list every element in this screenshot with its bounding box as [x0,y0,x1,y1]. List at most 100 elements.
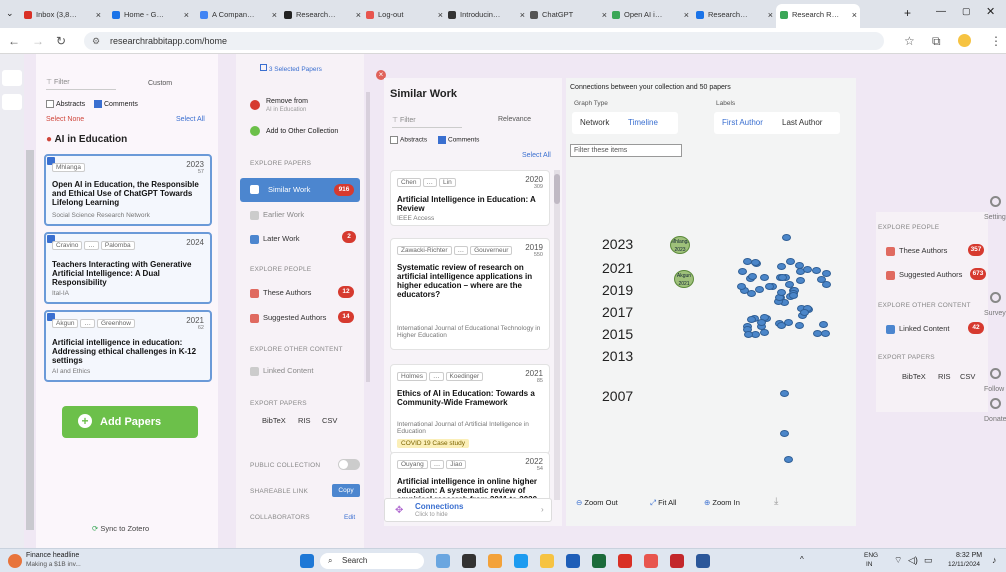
browser-tab[interactable]: Research… × [280,6,364,24]
news-widget-icon[interactable] [8,554,22,568]
graph-paper-node[interactable] [747,316,757,324]
author-chip[interactable]: … [429,460,445,469]
right-export-bibtex[interactable]: BibTeX [902,372,926,381]
abstracts-toggle[interactable]: Abstracts [46,100,85,108]
similar-paper-card[interactable]: Holmes… Koedinger 2021 85 Ethics of AI in Ed… [390,364,550,454]
clock-time[interactable]: 8:32 PM [956,552,982,559]
graph-paper-node[interactable] [776,262,786,270]
wifi-icon[interactable]: ⌔ [894,555,902,566]
site-info-icon[interactable]: ⚙ [92,32,100,50]
side-action-icon[interactable] [990,196,1001,207]
taskbar-app-icon[interactable] [566,554,580,568]
author-chip[interactable]: … [422,178,438,187]
author-chip[interactable]: Akgun [52,319,79,328]
graph-paper-node[interactable] [759,273,769,281]
browser-tab[interactable]: ChatGPT × [526,6,610,24]
browser-tab[interactable]: Inbox (3,8… × [20,6,104,24]
zoom-out-button[interactable]: ⊖ Zoom Out [576,498,618,507]
export-ris-button[interactable]: RIS [298,416,311,425]
similar-filter-input[interactable]: ⊤ Filter [392,116,462,128]
graph-paper-node[interactable] [785,257,795,265]
back-icon[interactable]: ← [8,34,20,48]
tab-close-icon[interactable]: × [852,4,857,26]
right-these-authors-button[interactable]: These Authors [886,246,947,256]
taskbar-app-icon[interactable] [514,554,528,568]
taskbar-app-icon[interactable] [644,554,658,568]
comments-toggle[interactable]: Comments [94,100,138,108]
collection-filter-input[interactable]: ⊤ Filter [46,78,116,90]
similar-work-button[interactable]: Similar Work 916 [240,178,360,202]
taskbar-app-icon[interactable] [488,554,502,568]
taskbar-app-icon[interactable] [436,554,450,568]
similar-abstracts-toggle[interactable]: Abstracts [390,136,427,144]
copy-link-button[interactable]: Copy [332,484,360,497]
first-author-option[interactable]: First Author [722,118,763,127]
earlier-work-button[interactable]: Earlier Work [250,210,304,220]
similar-paper-card[interactable]: Zawacki-Richter… Gouverneur 2019 550 Systema… [390,238,550,350]
taskbar-app-icon[interactable] [462,554,476,568]
download-icon[interactable]: ⤓ [774,496,778,507]
windows-start-icon[interactable] [300,554,314,568]
tray-chevron-icon[interactable]: ^ [800,555,804,564]
add-papers-button[interactable]: + Add Papers [62,406,198,438]
graph-paper-node[interactable] [738,267,748,275]
side-action-icon[interactable] [990,398,1001,409]
author-chip[interactable]: Lin [439,178,456,187]
author-chip[interactable]: … [80,319,95,328]
graph-paper-node[interactable] [780,390,789,397]
later-work-button[interactable]: Later Work [250,234,300,244]
volume-icon[interactable]: ◁) [908,555,918,566]
author-chip[interactable]: Palomba [100,241,135,250]
graph-paper-node[interactable] [795,322,805,330]
taskbar-search-input[interactable]: ⌕ Search [320,553,424,569]
last-author-option[interactable]: Last Author [782,118,822,127]
language-indicator[interactable]: ENG [864,552,878,559]
explore-scrollbar[interactable] [366,92,370,382]
graph-paper-node[interactable] [799,309,809,317]
taskbar-app-icon[interactable] [618,554,632,568]
these-authors-button[interactable]: These Authors [250,288,311,298]
public-collection-toggle[interactable] [338,459,360,470]
author-chip[interactable]: … [429,372,444,381]
tab-close-icon[interactable]: × [602,6,607,24]
graph-paper-node[interactable] [756,319,766,327]
similar-comments-toggle[interactable]: Comments [438,136,479,144]
forward-icon[interactable]: → [32,34,44,48]
extensions-icon[interactable]: ⧉ [932,34,941,49]
profile-avatar[interactable] [958,34,971,47]
author-chip[interactable]: Jiao [446,460,467,469]
tab-close-icon[interactable]: × [272,6,277,24]
author-chip[interactable]: Koedinger [445,372,484,381]
new-tab-button[interactable]: + [904,6,911,20]
add-to-other-collection-button[interactable]: Add to Other Collection [250,126,338,136]
author-chip[interactable]: Cravino [52,241,83,250]
menu-icon[interactable]: ⋮ [990,34,1002,48]
tab-close-icon[interactable]: × [356,6,361,24]
taskbar-app-icon[interactable] [696,554,710,568]
collection-paper-card[interactable]: Cravino… Palomba 2024 Teachers Interacting … [44,232,212,304]
right-export-ris[interactable]: RIS [938,372,951,381]
notification-bell-icon[interactable]: ♪ [992,555,997,565]
taskbar-app-icon[interactable] [540,554,554,568]
suggested-authors-button[interactable]: Suggested Authors [250,313,326,323]
side-action-icon[interactable] [990,368,1001,379]
tab-list-icon[interactable]: ⌄ [6,8,14,19]
similar-select-all-link[interactable]: Select All [522,152,551,159]
taskbar-app-icon[interactable] [670,554,684,568]
similar-paper-card[interactable]: Chen… Lin 2020 309 Artificial Intelligence i… [390,170,550,226]
graph-paper-node[interactable] [819,321,829,329]
author-chip[interactable]: Mhlanga [52,163,85,172]
similar-scrollbar[interactable] [554,170,560,500]
graph-paper-node[interactable] [780,430,789,437]
zoom-in-button[interactable]: ⊕ Zoom In [704,498,740,507]
taskbar-app-icon[interactable] [592,554,606,568]
tab-close-icon[interactable]: × [96,6,101,24]
tab-close-icon[interactable]: × [184,6,189,24]
author-chip[interactable]: Holmes [397,372,428,381]
graph-paper-node[interactable] [802,266,812,274]
network-option[interactable]: Network [580,118,609,127]
tab-close-icon[interactable]: × [684,6,689,24]
comment-tag[interactable]: COVID 19 Case study [397,439,469,448]
sort-custom-dropdown[interactable]: Custom [148,80,172,87]
graph-paper-node[interactable] [784,456,793,463]
